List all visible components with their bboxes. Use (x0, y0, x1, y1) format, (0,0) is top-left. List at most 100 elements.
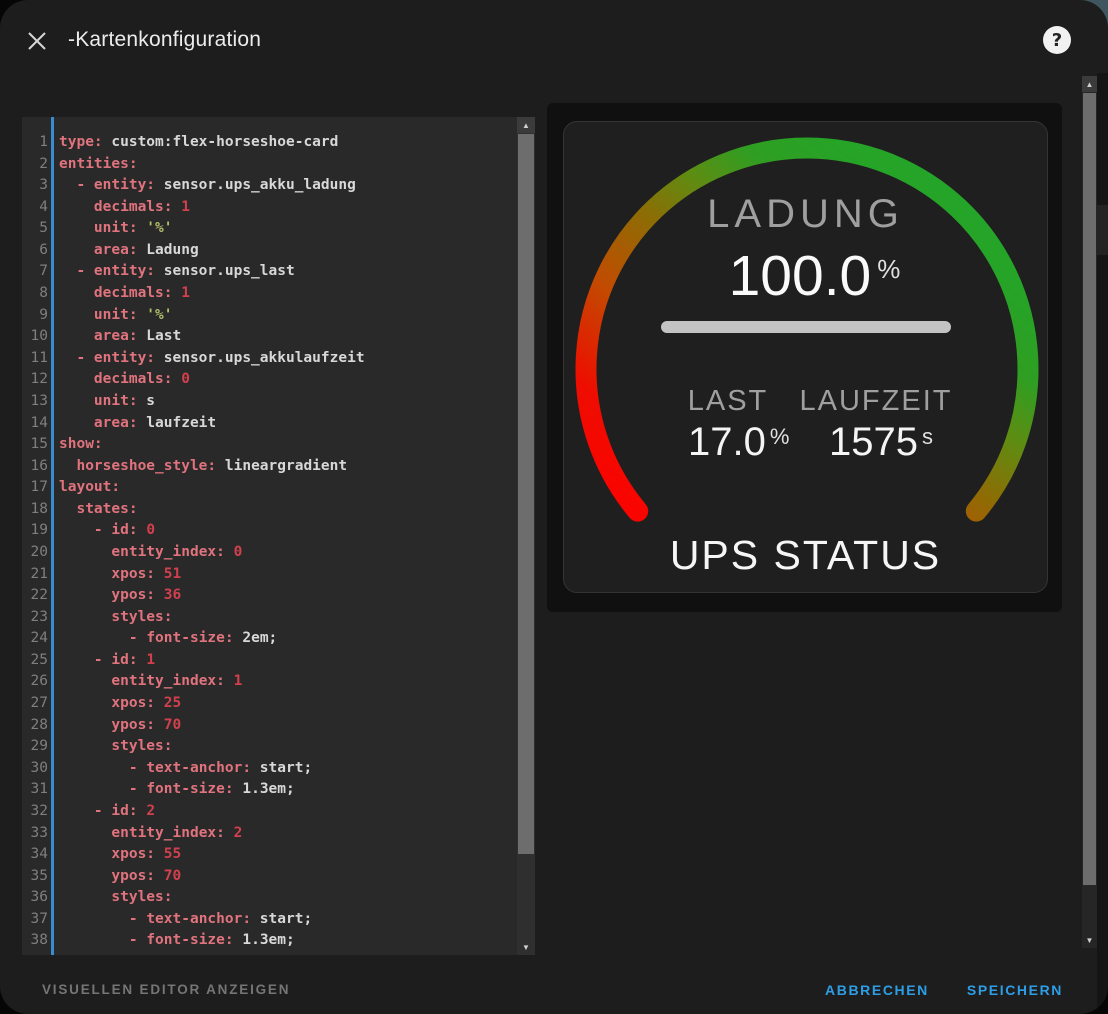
code-line: 4 decimals: 1 (22, 197, 517, 219)
code-line: 17layout: (22, 477, 517, 499)
line-number: 31 (22, 779, 48, 801)
main-value: 100.0 (729, 248, 872, 305)
code-line: 26 entity_index: 1 (22, 671, 517, 693)
secondary-value-number: 17.0 (688, 422, 766, 462)
secondary-area-label: LAUFZEIT (800, 385, 953, 418)
line-number: 16 (22, 456, 48, 478)
line-number: 35 (22, 866, 48, 888)
line-number: 1 (22, 132, 48, 154)
code-line: 35 ypos: 70 (22, 866, 517, 888)
gauge-divider-bar (661, 321, 951, 333)
line-number: 29 (22, 736, 48, 758)
scroll-down-icon[interactable]: ▼ (1082, 932, 1097, 948)
line-number: 11 (22, 348, 48, 370)
line-number: 32 (22, 801, 48, 823)
code-line: 24 - font-size: 2em; (22, 628, 517, 650)
code-line: 6 area: Ladung (22, 240, 517, 262)
code-line: 34 xpos: 55 (22, 844, 517, 866)
line-number: 8 (22, 283, 48, 305)
code-line: 20 entity_index: 0 (22, 542, 517, 564)
line-number: 19 (22, 520, 48, 542)
code-line: 15show: (22, 434, 517, 456)
secondary-value: 17.0 % (688, 422, 789, 462)
code-content: 1type: custom:flex-horseshoe-card2entiti… (22, 117, 517, 955)
card-config-dialog: -Kartenkonfiguration ? 1type: custom:fle… (0, 0, 1108, 1014)
help-icon[interactable]: ? (1043, 26, 1071, 54)
code-line: 13 unit: s (22, 391, 517, 413)
line-number: 5 (22, 218, 48, 240)
line-number: 2 (22, 154, 48, 176)
code-line: 37 - text-anchor: start; (22, 909, 517, 931)
code-line: 32 - id: 2 (22, 801, 517, 823)
line-number: 18 (22, 499, 48, 521)
line-number: 7 (22, 261, 48, 283)
editor-scrollbar[interactable]: ▲ ▼ (517, 117, 535, 955)
line-number: 17 (22, 477, 48, 499)
code-line: 36 styles: (22, 887, 517, 909)
secondary-value-unit: % (770, 426, 790, 448)
line-number: 30 (22, 758, 48, 780)
line-number: 12 (22, 369, 48, 391)
code-line: 8 decimals: 1 (22, 283, 517, 305)
line-number: 38 (22, 930, 48, 952)
line-number: 33 (22, 823, 48, 845)
line-number: 24 (22, 628, 48, 650)
card-title: UPS STATUS (564, 532, 1047, 579)
line-number: 10 (22, 326, 48, 348)
code-line: 22 ypos: 36 (22, 585, 517, 607)
line-number: 28 (22, 715, 48, 737)
line-number: 3 (22, 175, 48, 197)
code-line: 5 unit: '%' (22, 218, 517, 240)
main-unit: % (877, 256, 900, 282)
line-number: 20 (22, 542, 48, 564)
line-number: 26 (22, 671, 48, 693)
line-number: 13 (22, 391, 48, 413)
line-number: 15 (22, 434, 48, 456)
line-number: 6 (22, 240, 48, 262)
scroll-up-icon[interactable]: ▲ (517, 117, 535, 133)
editor-scrollbar-thumb[interactable] (518, 134, 534, 854)
line-number: 36 (22, 887, 48, 909)
code-line: 30 - text-anchor: start; (22, 758, 517, 780)
line-number: 4 (22, 197, 48, 219)
code-line: 9 unit: '%' (22, 305, 517, 327)
show-visual-editor-button[interactable]: VISUELLEN EDITOR ANZEIGEN (42, 982, 290, 997)
code-line: 29 styles: (22, 736, 517, 758)
code-line: 7 - entity: sensor.ups_last (22, 261, 517, 283)
cancel-button[interactable]: ABBRECHEN (825, 982, 929, 998)
code-line: 19 - id: 0 (22, 520, 517, 542)
code-line: 10 area: Last (22, 326, 517, 348)
code-line: 18 states: (22, 499, 517, 521)
code-line: 31 - font-size: 1.3em; (22, 779, 517, 801)
close-icon[interactable] (25, 29, 49, 53)
horseshoe-card-preview[interactable]: LADUNG 100.0 % LAST LAUFZEIT 17.0 % 1575… (563, 121, 1048, 593)
footer-actions: ABBRECHEN SPEICHERN (825, 982, 1063, 998)
code-line: 16 horseshoe_style: lineargradient (22, 456, 517, 478)
gauge-area-label: LADUNG (564, 192, 1047, 237)
secondary-value-number: 1575 (829, 422, 918, 462)
code-line: 21 xpos: 51 (22, 564, 517, 586)
yaml-editor[interactable]: 1type: custom:flex-horseshoe-card2entiti… (22, 117, 535, 955)
line-number: 34 (22, 844, 48, 866)
line-number: 22 (22, 585, 48, 607)
line-number: 14 (22, 413, 48, 435)
scroll-down-icon[interactable]: ▼ (517, 939, 535, 955)
code-line: 27 xpos: 25 (22, 693, 517, 715)
line-number: 23 (22, 607, 48, 629)
gauge-main-value: 100.0 % (573, 248, 1048, 305)
line-number: 37 (22, 909, 48, 931)
code-line: 38 - font-size: 1.3em; (22, 930, 517, 952)
line-number: 27 (22, 693, 48, 715)
save-button[interactable]: SPEICHERN (967, 982, 1063, 998)
line-number: 25 (22, 650, 48, 672)
secondary-value: 1575 s (829, 422, 933, 462)
dialog-scrollbar[interactable]: ▲ ▼ (1082, 76, 1097, 948)
code-line: 25 - id: 1 (22, 650, 517, 672)
code-line: 1type: custom:flex-horseshoe-card (22, 132, 517, 154)
scroll-up-icon[interactable]: ▲ (1082, 76, 1097, 92)
code-line: 11 - entity: sensor.ups_akkulaufzeit (22, 348, 517, 370)
dialog-scrollbar-thumb[interactable] (1083, 93, 1096, 885)
code-line: 12 decimals: 0 (22, 369, 517, 391)
secondary-value-unit: s (922, 426, 933, 448)
code-line: 23 styles: (22, 607, 517, 629)
